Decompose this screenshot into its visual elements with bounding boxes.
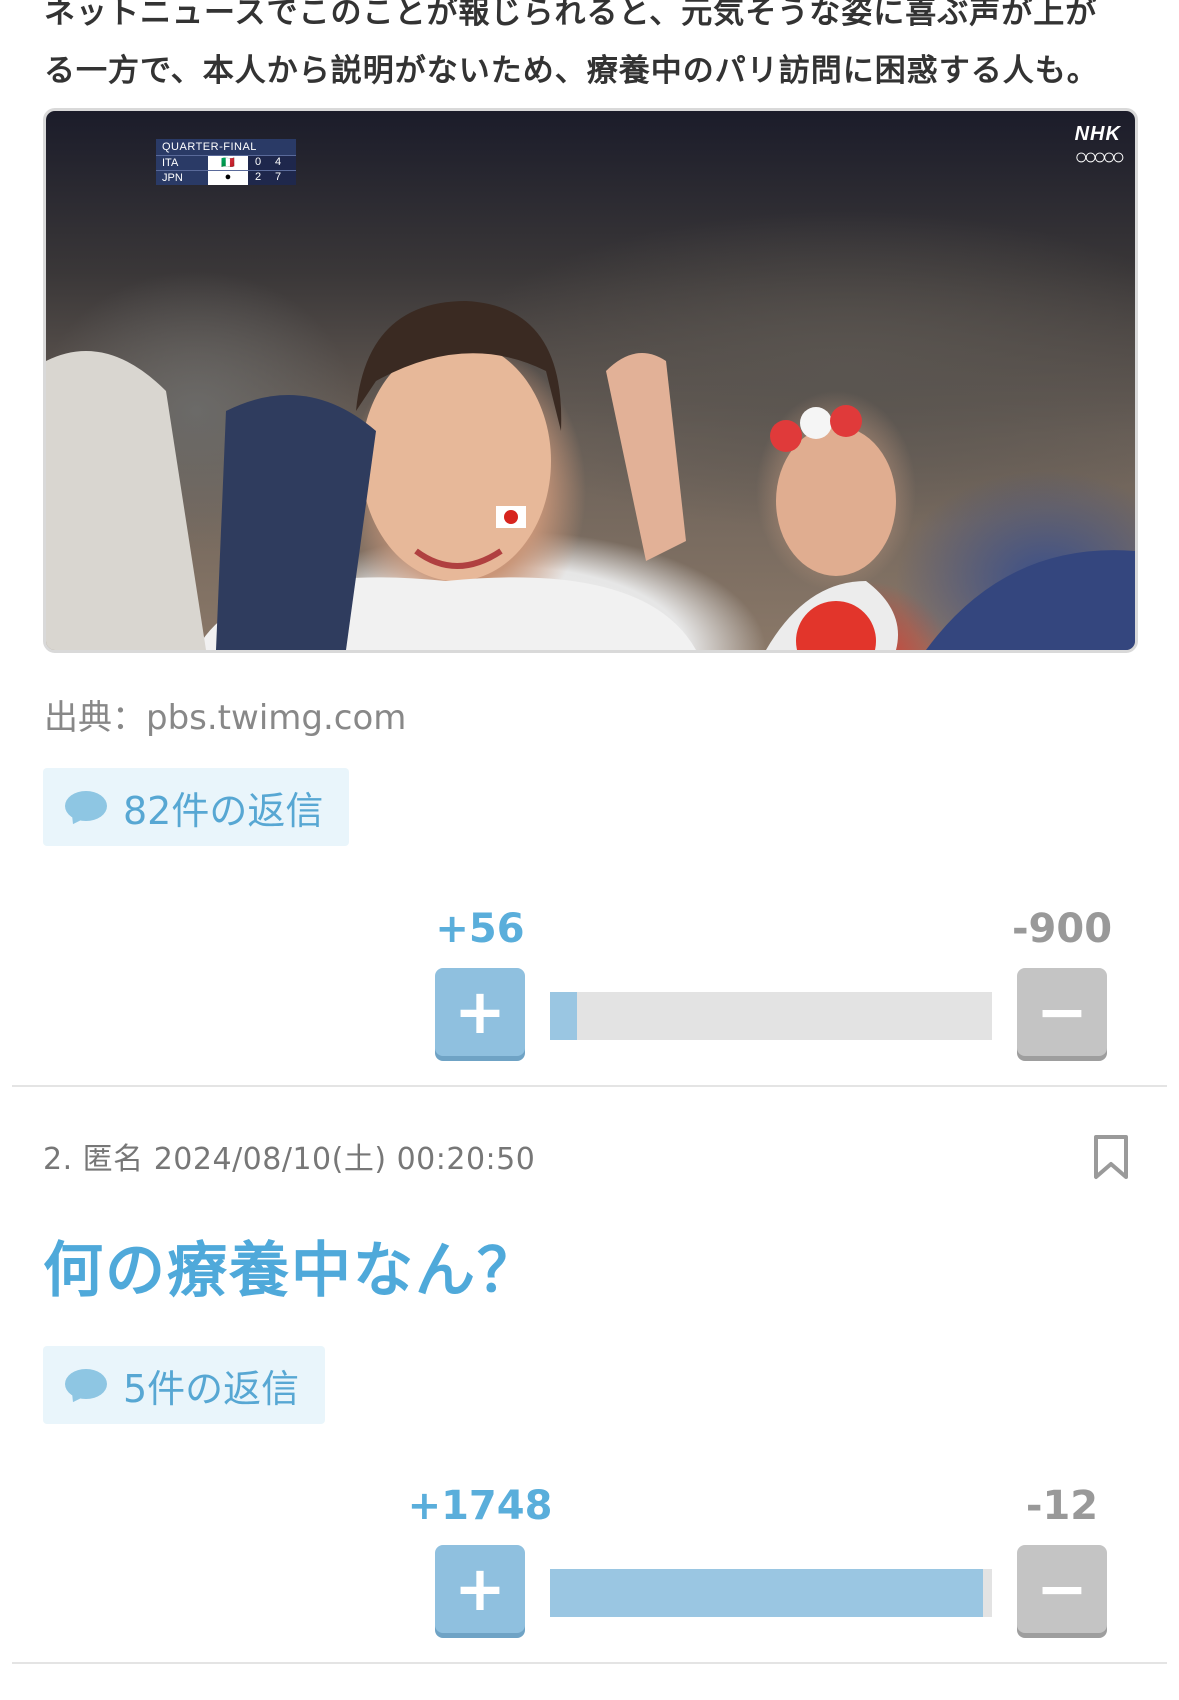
bookmark-icon[interactable] bbox=[1093, 1134, 1129, 1180]
crowd-illustration bbox=[46, 301, 1135, 650]
speech-bubble-icon bbox=[65, 1369, 107, 1401]
replies-label: 82件の返信 bbox=[123, 788, 324, 833]
comment-body: 何の療養中なん？ bbox=[43, 1236, 539, 1306]
comment-divider bbox=[12, 1085, 1167, 1087]
plus-icon: + bbox=[454, 975, 506, 1048]
plus-vote-button[interactable]: + bbox=[435, 968, 525, 1056]
minus-count: -900 bbox=[1011, 906, 1113, 952]
plus-count: +56 bbox=[435, 906, 525, 952]
minus-vote-button[interactable]: − bbox=[1017, 1545, 1107, 1633]
intro-line-2: る一方で、本人から説明がないため、療養中のパリ訪問に困惑する人も。 bbox=[44, 53, 1099, 89]
replies-button[interactable]: 82件の返信 bbox=[43, 768, 350, 846]
comment-meta: 2. 匿名 2024/08/10(土) 00:20:50 bbox=[43, 1134, 535, 1178]
vote-widget: +1748 -12 + − bbox=[0, 1483, 1179, 1643]
image-source: 出典：pbs.twimg.com bbox=[44, 698, 407, 738]
speech-bubble-icon bbox=[65, 791, 107, 823]
article-intro: ネットニュースでこのことが報じられると、元気そうな姿に喜ぶ声が上が る一方で、本… bbox=[44, 0, 1144, 100]
comment-timestamp: 2024/08/10(土) 00:20:50 bbox=[153, 1142, 536, 1177]
plus-count: +1748 bbox=[407, 1483, 553, 1529]
vote-widget: +56 -900 + − bbox=[0, 906, 1179, 1066]
intro-line-1: ネットニュースでこのことが報じられると、元気そうな姿に喜ぶ声が上が bbox=[44, 0, 1098, 31]
replies-button[interactable]: 5件の返信 bbox=[43, 1346, 326, 1424]
plus-vote-button[interactable]: + bbox=[435, 1545, 525, 1633]
comment-author: 匿名 bbox=[82, 1142, 144, 1177]
vote-ratio-fill bbox=[550, 1569, 984, 1617]
minus-count: -12 bbox=[1025, 1483, 1099, 1529]
vote-ratio-fill bbox=[550, 992, 577, 1040]
minus-icon: − bbox=[1036, 975, 1088, 1048]
plus-icon: + bbox=[454, 1552, 506, 1625]
minus-icon: − bbox=[1036, 1552, 1088, 1625]
replies-label: 5件の返信 bbox=[123, 1366, 300, 1411]
comment-number: 2. bbox=[43, 1142, 73, 1177]
minus-vote-button[interactable]: − bbox=[1017, 968, 1107, 1056]
article-photo[interactable]: QUARTER-FINAL ITA 🇮🇹 0 4 JPN ● 2 7 NHK ○… bbox=[43, 108, 1138, 653]
vote-ratio-bar bbox=[550, 992, 992, 1040]
vote-ratio-bar bbox=[550, 1569, 992, 1617]
comment-divider bbox=[12, 1662, 1167, 1664]
